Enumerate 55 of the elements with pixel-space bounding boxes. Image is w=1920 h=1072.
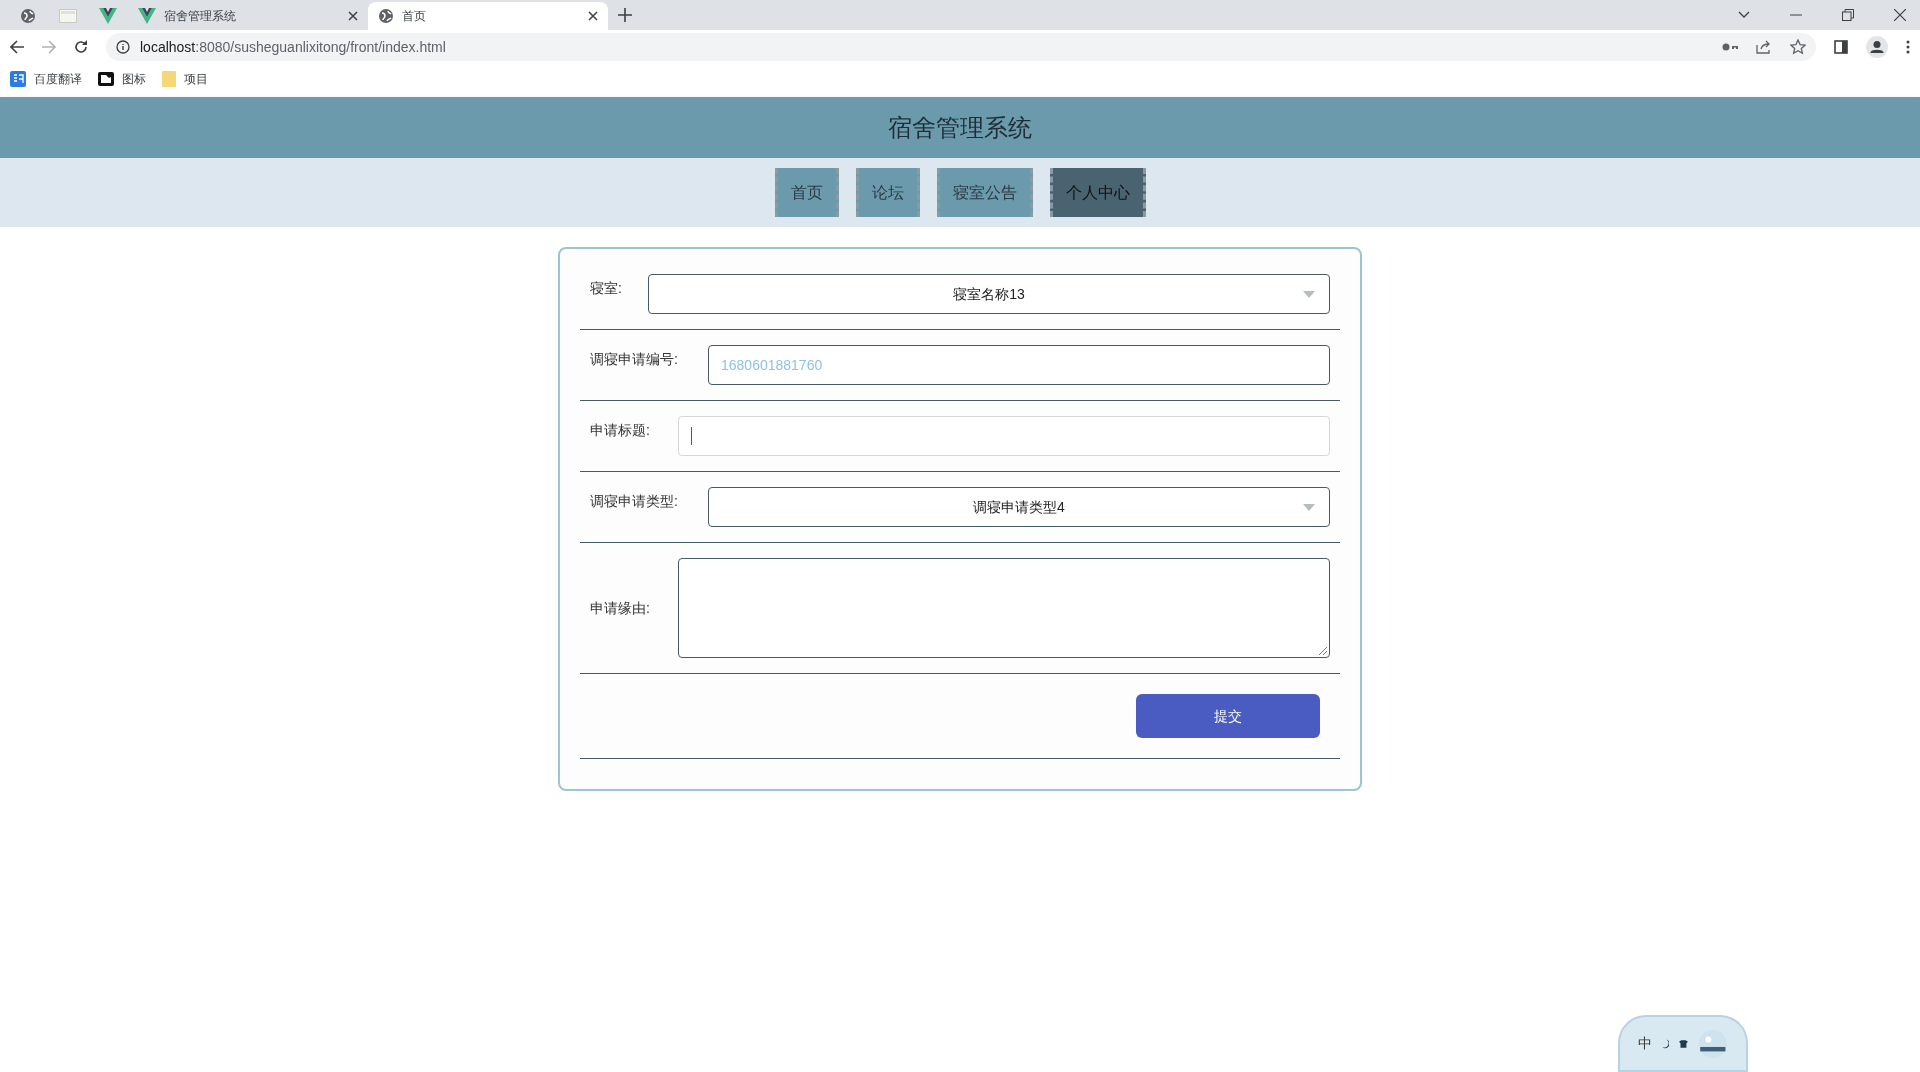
dropdown-arrow-icon — [1303, 504, 1315, 511]
close-icon[interactable] — [588, 11, 598, 21]
bookmark-label: 百度翻译 — [34, 71, 82, 88]
field-label: 申请缘由: — [590, 598, 651, 618]
field-label: 申请标题: — [590, 421, 651, 440]
share-icon[interactable] — [1756, 40, 1772, 54]
bookmark-label: 图标 — [122, 71, 146, 88]
field-label: 寝室: — [590, 279, 623, 298]
ime-toolbar[interactable]: 中 — [1618, 1015, 1748, 1072]
key-icon[interactable] — [1722, 42, 1738, 52]
reload-icon[interactable] — [74, 40, 88, 54]
vue-logo-icon — [138, 8, 156, 24]
text-caret — [691, 427, 692, 445]
globe-icon — [378, 8, 394, 24]
nav-tab[interactable]: 论坛 — [855, 168, 920, 217]
page-icon — [59, 9, 77, 23]
globe-icon — [20, 8, 36, 24]
textarea-field[interactable] — [678, 558, 1330, 658]
tab-title: 宿舍管理系统 — [164, 8, 237, 25]
submit-button[interactable]: 提交 — [1136, 694, 1320, 738]
side-panel-icon[interactable] — [1834, 40, 1848, 54]
restore-icon[interactable] — [1842, 9, 1854, 21]
text-input[interactable] — [678, 416, 1330, 456]
nav-tab[interactable]: 首页 — [774, 168, 839, 217]
dropdown-arrow-icon — [1303, 291, 1315, 298]
bookmark[interactable]: 项目 — [162, 70, 208, 88]
new-tab-icon[interactable] — [618, 8, 632, 22]
chevron-down-icon[interactable] — [1738, 11, 1750, 19]
shirt-icon[interactable] — [1679, 1038, 1689, 1049]
profile-icon[interactable] — [1866, 36, 1888, 58]
field-label: 调寝申请类型: — [590, 492, 679, 511]
info-icon[interactable] — [116, 40, 130, 54]
menu-icon[interactable] — [1906, 40, 1910, 54]
select-field[interactable]: 调寝申请类型4 — [708, 487, 1330, 527]
bookmark-label: 项目 — [184, 71, 208, 88]
vue-logo-icon — [99, 8, 117, 24]
browser-tab[interactable]: 宿舍管理系统 — [128, 2, 368, 30]
translate-icon — [10, 71, 26, 87]
close-icon[interactable] — [348, 11, 358, 21]
star-icon[interactable] — [1790, 39, 1806, 55]
back-icon[interactable] — [10, 40, 24, 54]
folder-icon — [162, 71, 176, 87]
bookmark[interactable]: 图标 — [98, 70, 146, 88]
site-title: 宿舍管理系统 — [888, 112, 1032, 143]
close-icon[interactable] — [1894, 9, 1906, 21]
url-text: localhost:8080/susheguanlixitong/front/index.html — [140, 37, 447, 57]
resize-handle-icon — [1319, 647, 1327, 655]
bookmark[interactable]: 百度翻译 — [10, 70, 82, 88]
select-field[interactable]: 寝室名称13 — [648, 274, 1330, 314]
address-bar[interactable]: localhost:8080/susheguanlixitong/front/index.html — [106, 33, 1816, 61]
browser-tab[interactable]: 首页 — [368, 2, 608, 30]
tab-title: 首页 — [402, 8, 427, 25]
field-label: 调寝申请编号: — [590, 350, 679, 369]
nav-tab[interactable]: 寝室公告 — [936, 168, 1033, 217]
image-icon — [98, 72, 114, 86]
